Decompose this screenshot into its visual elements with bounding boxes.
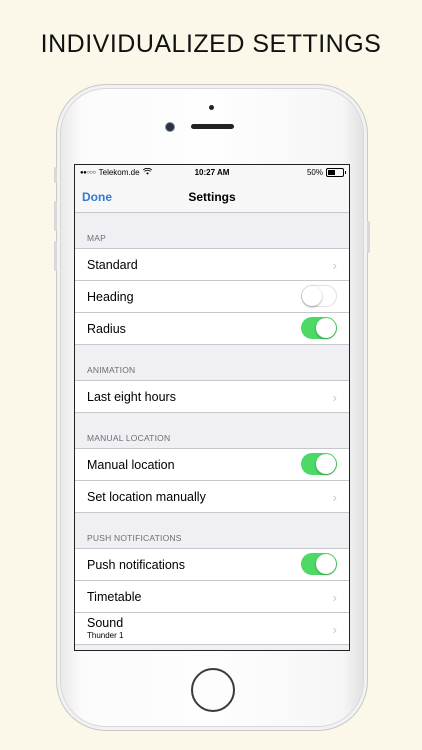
row-label: Sound: [87, 616, 124, 630]
row-label: Timetable: [87, 590, 142, 604]
section-header-label: MAP: [87, 233, 107, 243]
row-sound[interactable]: Sound Thunder 1 ›: [75, 613, 349, 645]
toggle-knob: [316, 554, 336, 574]
push-notifications-toggle[interactable]: [301, 553, 337, 575]
row-set-location-manually[interactable]: Set location manually ›: [75, 481, 349, 513]
front-camera-icon: [165, 122, 175, 132]
chevron-right-icon: ›: [332, 390, 337, 405]
manual-location-toggle[interactable]: [301, 453, 337, 475]
headline: INDIVIDUALIZED SETTINGS: [40, 30, 382, 58]
section-header-label: ANIMATION: [87, 365, 136, 375]
silent-switch: [54, 167, 57, 183]
navigation-bar: Done Settings: [75, 181, 349, 213]
battery-percent: 50%: [306, 168, 323, 177]
toggle-knob: [302, 286, 322, 306]
chevron-right-icon: ›: [332, 258, 337, 273]
toggle-knob: [316, 454, 336, 474]
row-label: Heading: [87, 290, 134, 304]
row-label: Radius: [87, 322, 126, 336]
row-label: Standard: [87, 258, 138, 272]
row-label: Push notifications: [87, 558, 185, 572]
section-header-push-notifications: PUSH NOTIFICATIONS: [75, 513, 349, 549]
row-radius: Radius: [75, 313, 349, 345]
earpiece-speaker: [191, 124, 234, 129]
row-label: Manual location: [87, 458, 175, 472]
heading-toggle[interactable]: [301, 285, 337, 307]
row-timetable[interactable]: Timetable ›: [75, 581, 349, 613]
page-title: Settings: [188, 190, 236, 204]
power-button: [367, 221, 370, 253]
row-heading: Heading: [75, 281, 349, 313]
volume-up-button: [54, 201, 57, 231]
radius-toggle[interactable]: [301, 317, 337, 339]
toggle-knob: [316, 318, 336, 338]
section-header-map: MAP: [75, 213, 349, 249]
row-subtitle: Thunder 1: [87, 631, 124, 640]
section-header-label: PUSH NOTIFICATIONS: [87, 533, 182, 543]
phone-frame: ●●○○○ Telekom.de 10:27 AM 50% Done Setti…: [54, 84, 370, 731]
row-push-notifications: Push notifications: [75, 549, 349, 581]
chevron-right-icon: ›: [332, 490, 337, 505]
section-header-label: MANUAL LOCATION: [87, 433, 171, 443]
phone-screen: ●●○○○ Telekom.de 10:27 AM 50% Done Setti…: [74, 164, 350, 651]
row-manual-location: Manual location: [75, 449, 349, 481]
section-header-manual-location: MANUAL LOCATION: [75, 413, 349, 449]
chevron-right-icon: ›: [332, 622, 337, 637]
status-bar: ●●○○○ Telekom.de 10:27 AM 50%: [75, 165, 349, 181]
battery-icon: [326, 168, 346, 177]
battery-fill: [328, 170, 335, 175]
volume-down-button: [54, 241, 57, 271]
row-label: Set location manually: [87, 490, 206, 504]
row-standard[interactable]: Standard ›: [75, 249, 349, 281]
section-header-animation: ANIMATION: [75, 345, 349, 381]
row-label: Last eight hours: [87, 390, 176, 404]
home-button[interactable]: [191, 668, 235, 712]
row-last-eight-hours[interactable]: Last eight hours ›: [75, 381, 349, 413]
chevron-right-icon: ›: [332, 590, 337, 605]
proximity-sensor: [209, 105, 214, 110]
